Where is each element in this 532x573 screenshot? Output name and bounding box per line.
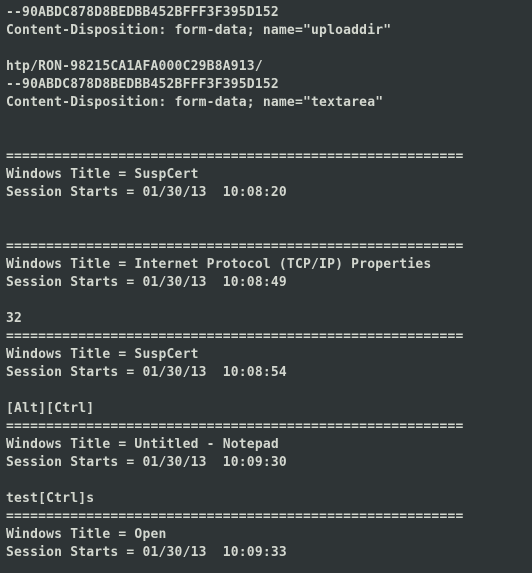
terminal-output: --90ABDC878D8BEDBB452BFFF3F395D152 Conte… bbox=[0, 0, 532, 566]
